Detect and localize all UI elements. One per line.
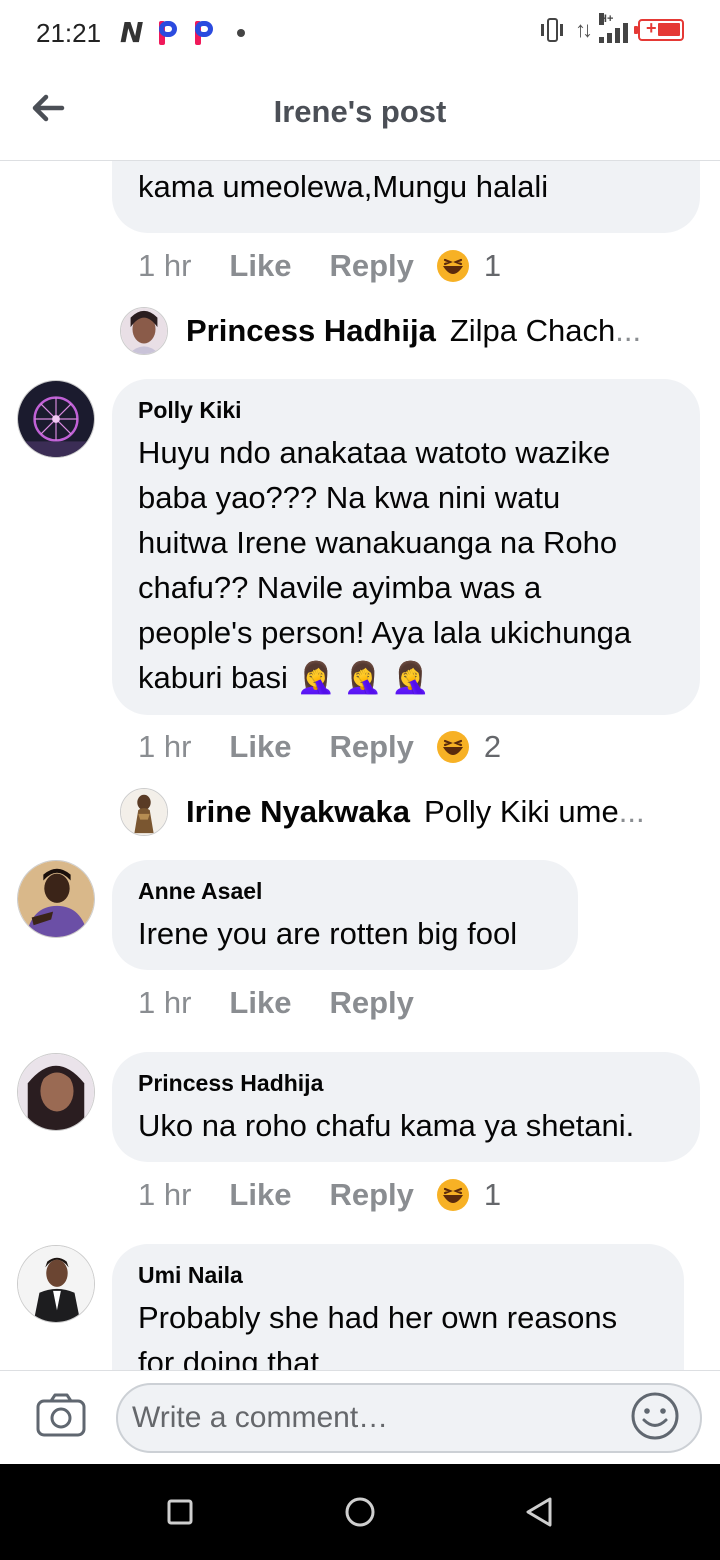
avatar [120, 307, 168, 355]
status-bar: 21:21 N ↑↓ H+ + [0, 0, 720, 64]
comment-text-line: baba yao??? Na kwa nini watu [138, 480, 561, 515]
page-title: Irene's post [273, 94, 447, 129]
reply-author[interactable]: Irine Nyakwaka [186, 794, 410, 830]
reply-author[interactable]: Princess Hadhija [186, 313, 436, 349]
comment-meta: 1 hr Like Reply 1 [138, 248, 501, 284]
comment-text-line: for doing that [138, 1345, 319, 1370]
comment-text: Irene you are rotten big fool [138, 916, 518, 951]
haha-reaction-icon[interactable] [436, 1178, 470, 1212]
reply-ellipsis: ... [615, 313, 642, 348]
like-button[interactable]: Like [229, 985, 291, 1021]
comment-composer [0, 1370, 720, 1464]
comment-text-line: chafu?? Navile ayimba was a [138, 570, 542, 605]
like-button[interactable]: Like [229, 729, 291, 765]
dot-icon [237, 28, 246, 37]
avatar[interactable] [17, 1053, 95, 1131]
reaction-count: 1 [483, 248, 502, 283]
reply-snippet: Polly Kiki ume [424, 794, 619, 829]
avatar[interactable] [17, 380, 95, 458]
reply-preview[interactable]: Princess Hadhija Zilpa Chach... [120, 307, 641, 355]
status-time: 21:21 [36, 18, 102, 48]
like-button[interactable]: Like [229, 248, 291, 284]
comment-text-line: huitwa Irene wanakuanga na Roho [138, 525, 618, 560]
signal-hplus-icon: H+ [599, 13, 628, 43]
recents-square-icon[interactable] [158, 1490, 202, 1534]
emoji-smiley-icon[interactable] [630, 1391, 680, 1441]
comment-author[interactable]: Umi Naila [138, 1262, 658, 1289]
back-triangle-icon[interactable] [518, 1490, 562, 1534]
reaction-count: 1 [483, 1177, 502, 1212]
avatar[interactable] [17, 1245, 95, 1323]
reply-snippet: Zilpa Chach [449, 313, 616, 348]
comment-meta: 1 hr Like Reply 2 [138, 729, 501, 765]
data-arrows-icon: ↑↓ [575, 17, 593, 42]
comment-text: Uko na roho chafu kama ya shetani. [138, 1108, 635, 1143]
comment-time: 1 hr [138, 248, 192, 283]
signal-label: H+ [599, 13, 614, 25]
reply-button[interactable]: Reply [329, 729, 413, 765]
reply-button[interactable]: Reply [329, 1177, 413, 1213]
system-navigation-bar [0, 1464, 720, 1560]
p-app-icon [193, 19, 215, 47]
comment-time: 1 hr [138, 985, 192, 1020]
reply-button[interactable]: Reply [329, 985, 413, 1021]
n-notification-icon: N [120, 16, 144, 49]
comment-bubble[interactable]: kama umeolewa,Mungu halali [112, 161, 700, 233]
haha-reaction-icon[interactable] [436, 730, 470, 764]
battery-charging-icon: + [634, 18, 684, 41]
comment-meta: 1 hr Like Reply 1 [138, 1177, 501, 1213]
comments-list[interactable]: kama umeolewa,Mungu halali 1 hr Like Rep… [0, 161, 720, 1370]
comment-author[interactable]: Anne Asael [138, 878, 552, 905]
avatar [120, 788, 168, 836]
comment-text: kama umeolewa,Mungu halali [138, 169, 549, 204]
comment-bubble[interactable]: Anne Asael Irene you are rotten big fool [112, 860, 578, 970]
comment-text-line: people's person! Aya lala ukichunga [138, 615, 632, 650]
like-button[interactable]: Like [229, 1177, 291, 1213]
comment-author[interactable]: Princess Hadhija [138, 1070, 674, 1097]
post-header: Irene's post [0, 64, 720, 161]
comment-input[interactable] [116, 1383, 702, 1453]
reply-button[interactable]: Reply [329, 248, 413, 284]
comment-bubble[interactable]: Umi Naila Probably she had her own reaso… [112, 1244, 684, 1370]
comment-author[interactable]: Polly Kiki [138, 397, 674, 424]
avatar[interactable] [17, 860, 95, 938]
camera-icon[interactable] [36, 1393, 86, 1437]
comment-time: 1 hr [138, 729, 192, 764]
comment-text-line: kaburi basi 🤦‍♀️ 🤦‍♀️ 🤦‍♀️ [138, 660, 430, 695]
reply-preview[interactable]: Irine Nyakwaka Polly Kiki ume... [120, 788, 645, 836]
home-circle-icon[interactable] [338, 1490, 382, 1534]
comment-bubble[interactable]: Polly Kiki Huyu ndo anakataa watoto wazi… [112, 379, 700, 715]
reaction-count: 2 [483, 729, 502, 764]
comment-meta: 1 hr Like Reply [138, 985, 414, 1021]
reply-ellipsis: ... [618, 794, 645, 829]
p-app-icon [157, 19, 179, 47]
comment-time: 1 hr [138, 1177, 192, 1212]
comment-bubble[interactable]: Princess Hadhija Uko na roho chafu kama … [112, 1052, 700, 1162]
comment-text-line: Probably she had her own reasons [138, 1300, 618, 1335]
vibrate-icon [539, 16, 565, 44]
haha-reaction-icon[interactable] [436, 249, 470, 283]
comment-text-line: Huyu ndo anakataa watoto wazike [138, 435, 611, 470]
